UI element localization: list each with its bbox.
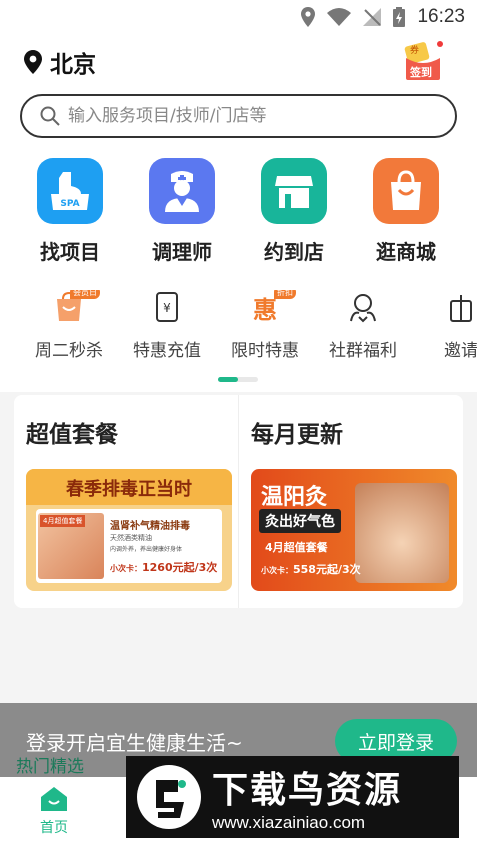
discount-icon: 惠 折扣 xyxy=(248,290,296,324)
spa-icon: SPA xyxy=(37,158,103,224)
subcat-community[interactable]: 社群福利 xyxy=(314,290,412,370)
banner-desc: 天然酒类精油 xyxy=(110,534,152,542)
banner-badge: 4月超值套餐 xyxy=(40,515,86,527)
category-label: 找项目 xyxy=(40,240,100,264)
subcat-flash-sale[interactable]: 会员日 周二秒杀 xyxy=(20,290,118,370)
subcat-label: 特惠充值 xyxy=(133,341,201,361)
category-label: 逛商城 xyxy=(376,240,436,264)
subcat-label: 社群福利 xyxy=(329,341,397,361)
promo-section: 超值套餐 春季排毒正当时 4月超值套餐 温肾补气精油排毒 天然酒类精油 内调外养… xyxy=(14,395,463,608)
subcat-label: 周二秒杀 xyxy=(35,341,103,361)
no-signal-icon xyxy=(363,8,382,26)
promo-banner-moxibustion[interactable]: 温阳灸 灸出好气色 4月超值套餐 小次卡：558元起/3次 xyxy=(251,469,457,591)
watermark: 下载鸟资源 www.xiazainiao.com xyxy=(126,756,459,838)
banner-price: 558元起/3次 xyxy=(293,563,361,576)
recharge-glyph: ¥ xyxy=(163,301,171,315)
banner-photo xyxy=(355,483,449,583)
search-bar[interactable] xyxy=(20,94,457,138)
subcat-recharge[interactable]: ¥ 特惠充值 xyxy=(118,290,216,370)
community-icon xyxy=(346,290,380,324)
checkin-label: 签到 xyxy=(410,66,432,79)
flash-sale-icon: 会员日 xyxy=(52,290,100,324)
banner-price-prefix: 小次卡： xyxy=(261,566,293,575)
category-store[interactable]: 约到店 xyxy=(238,158,350,265)
wifi-icon xyxy=(327,8,352,26)
status-bar: 16:23 xyxy=(0,0,477,34)
banner-sub: 灸出好气色 xyxy=(259,509,341,533)
nurse-icon xyxy=(149,158,215,224)
clock: 16:23 xyxy=(417,6,465,27)
banner-badge: 4月超值套餐 xyxy=(265,541,328,554)
city-name: 北京 xyxy=(50,52,96,78)
page-indicator-active xyxy=(218,377,238,382)
banner-headline: 温阳灸 xyxy=(261,485,328,510)
store-icon xyxy=(261,158,327,224)
banner-desc2: 内调外养，养出健康好身体 xyxy=(110,546,183,553)
header-area: 16:23 北京 券 签到 SPA 找项目 xyxy=(0,0,477,392)
subcat-label: 邀请 xyxy=(444,341,477,361)
checkin-badge: 券 xyxy=(410,46,420,56)
category-find-project[interactable]: SPA 找项目 xyxy=(14,158,126,265)
location-status-icon xyxy=(301,7,316,27)
subcat-invite[interactable]: 邀请 xyxy=(412,290,477,370)
banner-price: 1260元起/3次 xyxy=(142,561,218,574)
gift-icon xyxy=(444,290,477,324)
page-indicator xyxy=(218,377,258,382)
location-pin-icon xyxy=(24,50,42,74)
nav-home-label: 首页 xyxy=(40,820,68,836)
nav-home[interactable]: 首页 xyxy=(40,787,68,837)
shopping-bag-icon xyxy=(373,158,439,224)
promo-banner-spring-detox[interactable]: 春季排毒正当时 4月超值套餐 温肾补气精油排毒 天然酒类精油 内调外养，养出健康… xyxy=(26,469,232,591)
category-mall[interactable]: 逛商城 xyxy=(350,158,462,265)
search-icon xyxy=(40,106,60,126)
category-label: 约到店 xyxy=(264,240,324,264)
search-input[interactable] xyxy=(68,106,428,126)
banner-headline: 春季排毒正当时 xyxy=(66,479,192,500)
hot-picks-label[interactable]: 热门精选 xyxy=(16,752,84,777)
watermark-title: 下载鸟资源 xyxy=(212,770,403,811)
category-label: 调理师 xyxy=(152,240,212,264)
recharge-icon: ¥ xyxy=(150,290,184,324)
location-selector[interactable]: 北京 xyxy=(24,45,96,79)
home-icon xyxy=(41,787,67,811)
member-day-tag: 会员日 xyxy=(70,290,100,299)
watermark-logo-icon xyxy=(137,765,201,829)
banner-price-prefix: 小次卡： xyxy=(110,564,142,573)
spa-badge-text: SPA xyxy=(60,199,79,209)
discount-tag: 折扣 xyxy=(274,290,296,299)
subcat-limited-discount[interactable]: 惠 折扣 限时特惠 xyxy=(216,290,314,370)
promo-title: 超值套餐 xyxy=(26,422,118,448)
subcat-label: 限时特惠 xyxy=(231,341,299,361)
banner-subtitle: 温肾补气精油排毒 xyxy=(110,521,190,532)
promo-card-value-package[interactable]: 超值套餐 春季排毒正当时 4月超值套餐 温肾补气精油排毒 天然酒类精油 内调外养… xyxy=(14,395,238,608)
checkin-button[interactable]: 券 签到 xyxy=(402,40,444,82)
watermark-url: www.xiazainiao.com xyxy=(212,813,366,832)
category-therapist[interactable]: 调理师 xyxy=(126,158,238,265)
promo-card-monthly-update[interactable]: 每月更新 温阳灸 灸出好气色 4月超值套餐 小次卡：558元起/3次 xyxy=(239,395,463,608)
promo-title: 每月更新 xyxy=(251,422,343,448)
main-categories: SPA 找项目 调理师 约到店 逛商城 xyxy=(0,158,477,265)
battery-charging-icon xyxy=(393,7,406,27)
sub-categories: 会员日 周二秒杀 ¥ 特惠充值 惠 折扣 限时特惠 社群福利 邀请 xyxy=(0,290,477,370)
